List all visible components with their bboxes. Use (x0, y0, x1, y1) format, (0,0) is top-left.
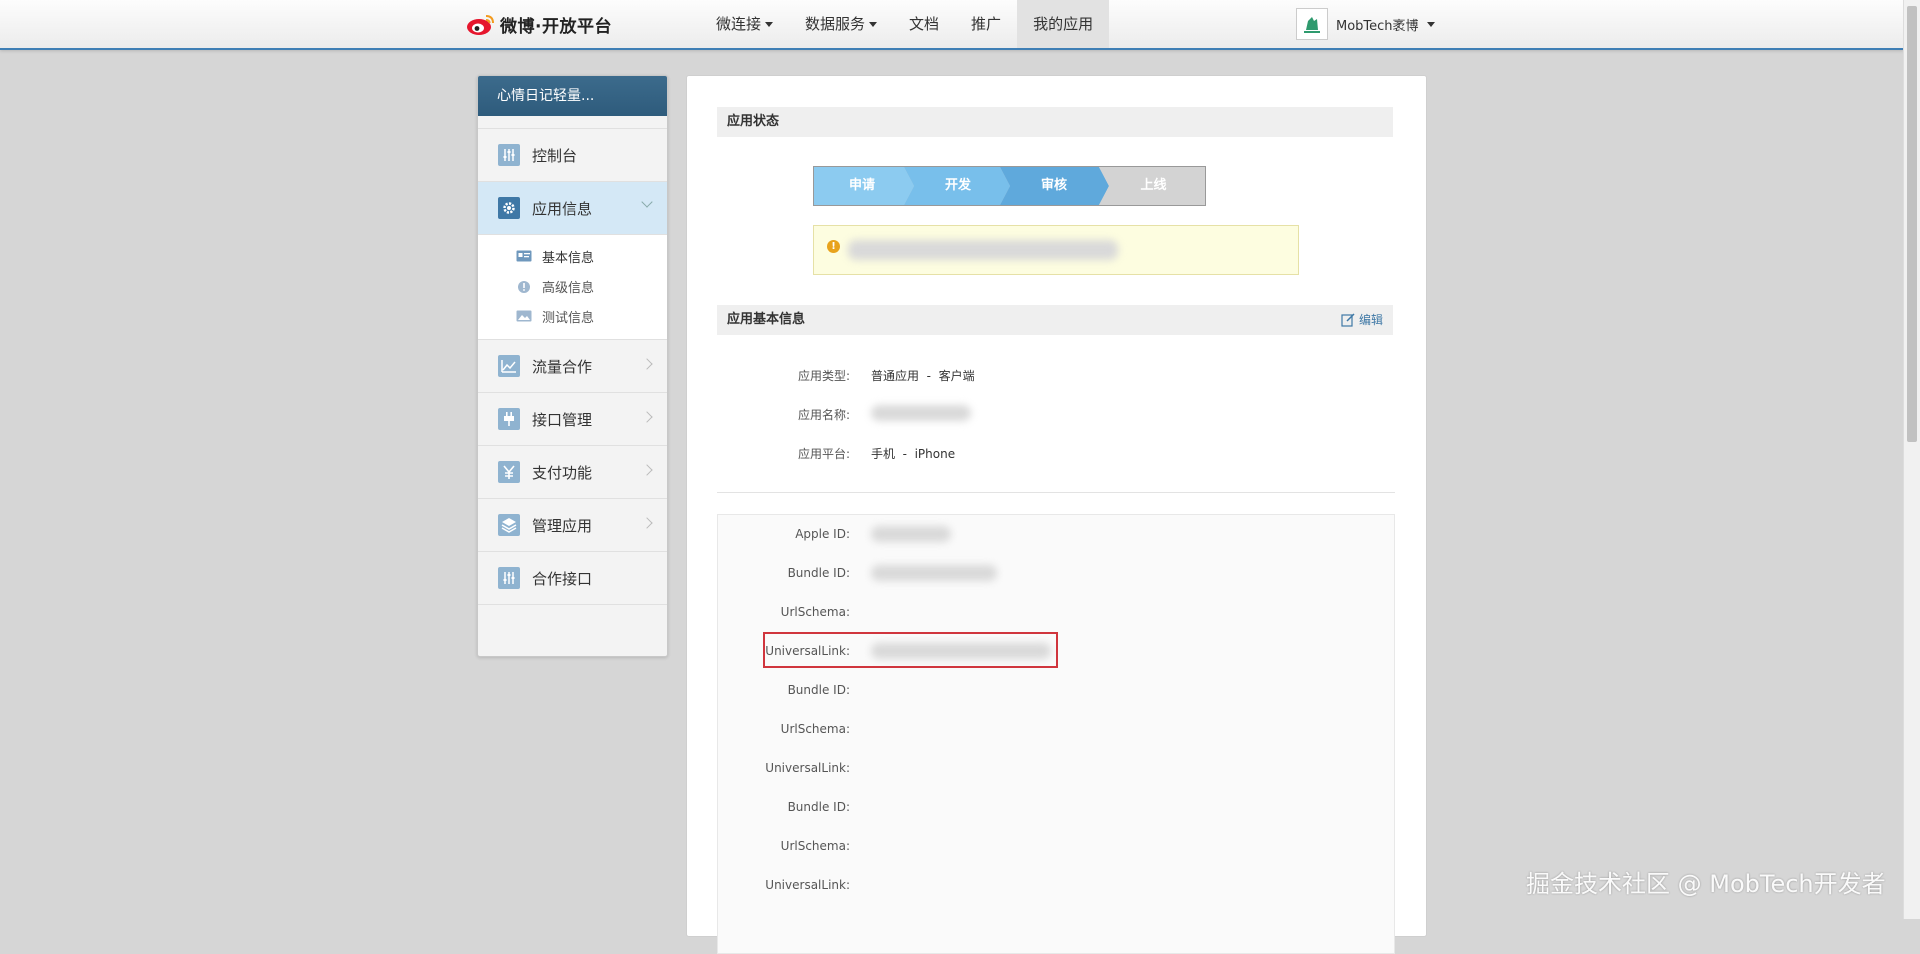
edit-button[interactable]: 编辑 (1341, 305, 1383, 335)
divider (717, 492, 1395, 493)
step-online: 上线 (1140, 178, 1167, 193)
redacted-app-name (871, 405, 971, 421)
main-nav: 微连接 数据服务 文档 推广 我的应用 (700, 0, 1110, 48)
sidebar-item-label: 流量合作 (532, 357, 593, 376)
nav-item-label: 微连接 (716, 15, 762, 33)
sub-item-advanced-info[interactable]: 高级信息 (478, 271, 667, 301)
section-title: 应用状态 (727, 114, 780, 129)
redacted-notice-text (848, 240, 1118, 260)
logo-text: 微博·开放平台 (500, 16, 612, 37)
image-icon (516, 310, 532, 322)
sidebar-item-label: 应用信息 (532, 199, 593, 218)
step-develop: 开发 (944, 178, 971, 193)
sub-item-label: 测试信息 (542, 310, 595, 326)
sub-item-label: 基本信息 (542, 250, 595, 266)
sidebar-item-label: 管理应用 (532, 516, 593, 535)
sidebar-item-payment[interactable]: 支付功能 (478, 445, 667, 498)
caret-down-icon (869, 22, 878, 27)
url-schema-label: UrlSchema: (780, 605, 850, 619)
status-steps: 申请 开发 审核 上线 (813, 166, 1206, 206)
weibo-logo[interactable]: 微博·开放平台 (466, 10, 612, 38)
app-info-submenu: 基本信息 高级信息 测试信息 (478, 234, 667, 339)
app-name-header: 心情日记轻量... (478, 76, 667, 116)
sidebar-item-label: 合作接口 (532, 569, 593, 588)
edit-icon (1341, 313, 1355, 327)
bundle-id-label: Bundle ID: (787, 566, 850, 580)
status-notice: ! (813, 225, 1299, 275)
app-status-header: 应用状态 (717, 107, 1393, 137)
chevron-right-icon (641, 464, 653, 476)
sliders-icon (498, 144, 520, 166)
step-review: 审核 (1040, 178, 1067, 193)
plug-icon (498, 408, 520, 430)
nav-item-label: 推广 (971, 15, 1002, 33)
sidebar-item-partner-api[interactable]: 合作接口 (478, 551, 667, 605)
universal-link-label: UniversalLink: (765, 878, 850, 892)
chevron-right-icon (641, 358, 653, 370)
chevron-right-icon (641, 517, 653, 529)
bundle-id-label: Bundle ID: (787, 800, 850, 814)
caret-down-icon (765, 22, 774, 27)
url-schema-label: UrlSchema: (780, 839, 850, 853)
nav-item-label: 我的应用 (1033, 15, 1094, 33)
user-menu[interactable]: MobTech袤博 (1296, 8, 1435, 40)
nav-item-label: 数据服务 (805, 15, 866, 33)
app-type-value: 普通应用 - 客户端 (871, 369, 975, 383)
sub-item-test-info[interactable]: 测试信息 (478, 301, 667, 331)
warning-icon: ! (827, 240, 840, 253)
main-panel: 应用状态 申请 开发 审核 上线 ! 应用基本信息 编辑 应用类型: 普通应用 … (686, 75, 1427, 954)
step-apply: 申请 (848, 178, 875, 193)
app-type-label: 应用类型: (797, 369, 850, 383)
watermark: 掘金技术社区 @ MobTech开发者 (1526, 870, 1886, 898)
sidebar: 心情日记轻量... 控制台 应用信息 基本信息 高级信息 测试信息 流量合作 接… (477, 75, 668, 657)
sliders-icon (498, 567, 520, 589)
yen-icon (498, 461, 520, 483)
nav-item-docs[interactable]: 文档 (893, 0, 955, 48)
sidebar-item-app-info[interactable]: 应用信息 (478, 181, 667, 234)
info-icon (516, 280, 532, 293)
universal-link-label: UniversalLink: (765, 761, 850, 775)
chevron-down-icon (641, 196, 653, 208)
nav-item-label: 文档 (909, 15, 940, 33)
sidebar-item-label: 接口管理 (532, 410, 593, 429)
caret-down-icon (1426, 21, 1435, 27)
sidebar-item-api[interactable]: 接口管理 (478, 392, 667, 445)
basic-info-header: 应用基本信息 编辑 (717, 305, 1393, 335)
chart-icon (498, 355, 520, 377)
edit-label: 编辑 (1358, 313, 1383, 327)
layers-icon (498, 514, 520, 536)
avatar (1296, 8, 1328, 40)
card-icon (516, 250, 532, 262)
bundle-id-label: Bundle ID: (787, 683, 850, 697)
sidebar-item-label: 控制台 (532, 146, 578, 165)
app-platform-label: 应用平台: (797, 447, 850, 461)
gear-icon (498, 197, 520, 219)
nav-item-my-apps[interactable]: 我的应用 (1017, 0, 1110, 48)
page-scrollbar[interactable] (1903, 0, 1920, 919)
app-name-label: 应用名称: (797, 408, 850, 422)
user-name: MobTech袤博 (1336, 18, 1419, 34)
redacted-apple-id (871, 526, 951, 542)
sidebar-item-traffic[interactable]: 流量合作 (478, 339, 667, 392)
nav-item-promotion[interactable]: 推广 (955, 0, 1017, 48)
top-navbar: 微博·开放平台 微连接 数据服务 文档 推广 我的应用 MobTech袤博 (0, 0, 1904, 50)
app-platform-value: 手机 - iPhone (871, 447, 956, 461)
weibo-eye-icon (466, 12, 496, 36)
scrollbar-thumb[interactable] (1907, 6, 1917, 442)
sidebar-item-label: 支付功能 (532, 463, 593, 482)
url-schema-label: UrlSchema: (780, 722, 850, 736)
sidebar-item-manage-apps[interactable]: 管理应用 (478, 498, 667, 551)
apple-id-label: Apple ID: (795, 527, 850, 541)
section-title: 应用基本信息 (727, 312, 806, 327)
chevron-right-icon (641, 411, 653, 423)
redacted-bundle-id (871, 565, 997, 581)
universal-link-highlight (763, 632, 1058, 668)
sub-item-basic-info[interactable]: 基本信息 (478, 241, 667, 271)
nav-item-weilianjie[interactable]: 微连接 (700, 0, 789, 48)
sub-item-label: 高级信息 (542, 280, 595, 296)
sidebar-item-console[interactable]: 控制台 (478, 128, 667, 181)
nav-item-data-services[interactable]: 数据服务 (789, 0, 893, 48)
